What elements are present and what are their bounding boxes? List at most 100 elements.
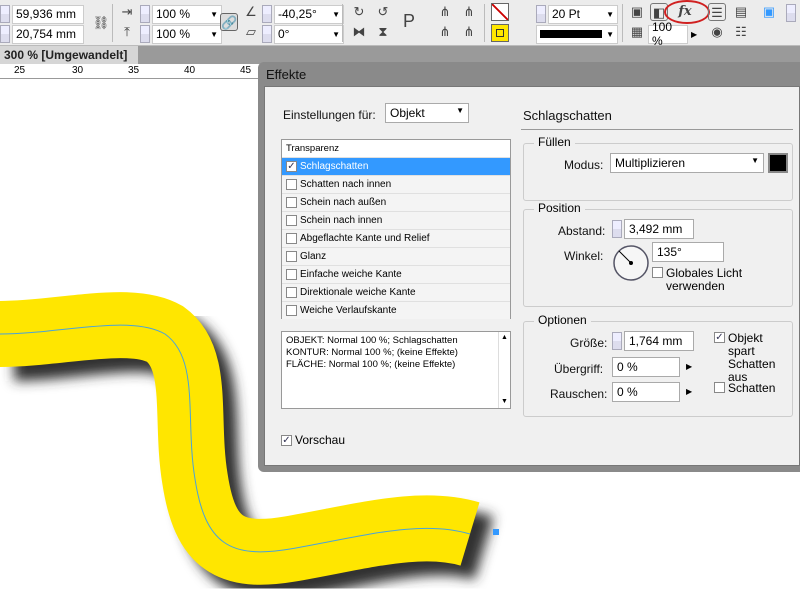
spread-label: Übergriff: xyxy=(554,362,604,376)
angle-field[interactable]: 135° xyxy=(652,242,724,262)
opacity-field[interactable]: 100 % xyxy=(648,20,688,48)
text-wrap-jump-icon[interactable]: ☷ xyxy=(732,23,750,41)
select-content-icon[interactable]: ⋔ xyxy=(436,23,454,41)
stroke-swatch[interactable] xyxy=(491,24,509,42)
flip-horizontal-icon[interactable]: ⧓ xyxy=(350,23,368,41)
scale-x-field[interactable]: 100 % xyxy=(152,4,222,24)
scale-x-icon: ⇥ xyxy=(121,4,133,19)
frame-fitting-icon[interactable]: ▣ xyxy=(760,3,778,21)
effect-label: Direktionale weiche Kante xyxy=(300,287,416,298)
horizontal-ruler: 25 30 35 40 45 xyxy=(0,64,260,79)
ruler-label: 40 xyxy=(184,65,196,76)
width-field[interactable]: 59,936 mm xyxy=(12,4,84,24)
link-icon[interactable]: 🔗 xyxy=(220,13,238,31)
effect-checkbox[interactable] xyxy=(286,179,297,190)
position-title: Position xyxy=(534,201,585,215)
fill-title: Füllen xyxy=(534,135,575,149)
spread-field[interactable]: 0 % xyxy=(612,357,680,377)
size-spinner[interactable] xyxy=(612,332,622,350)
document-tab[interactable]: 300 % [Umgewandelt] × xyxy=(0,46,138,76)
select-container-icon[interactable]: ⋔ xyxy=(436,3,454,21)
effect-label: Schatten nach innen xyxy=(300,179,392,190)
noise-slider-arrow[interactable]: ▶ xyxy=(686,387,692,396)
scale-x-spinner[interactable] xyxy=(140,5,150,23)
effect-checkbox[interactable] xyxy=(286,305,297,316)
right-spinner[interactable] xyxy=(786,4,796,22)
scale-y-spinner[interactable] xyxy=(140,25,150,43)
rotate-cw-icon[interactable]: ↻ xyxy=(350,3,368,21)
settings-label: Einstellungen für: xyxy=(283,108,376,122)
effects-list: Transparenz ✓ Schlagschatten Schatten nach… xyxy=(281,139,511,319)
effect-item[interactable]: ✓ Schlagschatten xyxy=(282,157,510,175)
effect-item[interactable]: Schatten nach innen xyxy=(282,175,510,193)
shadow-honors-check[interactable] xyxy=(714,382,725,393)
effect-item[interactable]: Glanz xyxy=(282,247,510,265)
noise-field[interactable]: 0 % xyxy=(612,382,680,402)
spread-slider-arrow[interactable]: ▶ xyxy=(686,362,692,371)
text-wrap-none-icon[interactable]: ☰ xyxy=(708,3,726,21)
effect-checkbox[interactable]: ✓ xyxy=(286,161,297,172)
ruler-label: 25 xyxy=(14,65,26,76)
effect-item[interactable]: Direktionale weiche Kante xyxy=(282,283,510,301)
effect-label: Glanz xyxy=(300,251,327,262)
ruler-label: 35 xyxy=(128,65,140,76)
constrain-proportions-icon[interactable]: ⛓ xyxy=(92,14,110,32)
stroke-type-select[interactable] xyxy=(536,24,618,44)
stroke-weight-spinner[interactable] xyxy=(536,5,546,23)
effects-dialog: Effekte Einstellungen für: Objekt ▼ Trans… xyxy=(258,62,800,472)
shadow-color-swatch[interactable] xyxy=(768,153,788,173)
selection-handle[interactable] xyxy=(493,529,499,535)
document-tab-title: 300 % [Umgewandelt] xyxy=(4,48,128,62)
fill-swatch[interactable] xyxy=(491,3,509,21)
options-group: Optionen Größe: 1,764 mm Übergriff: 0 % … xyxy=(523,313,793,417)
height-field[interactable]: 20,754 mm xyxy=(12,24,84,44)
fill-group: Füllen Modus: Multiplizieren ▼ xyxy=(523,135,793,201)
drop-shadow-icon[interactable]: ▣ xyxy=(628,3,646,21)
size-field[interactable]: 1,764 mm xyxy=(624,331,694,351)
effect-item[interactable]: Abgeflachte Kante und Relief xyxy=(282,229,510,247)
select-previous-icon[interactable]: ⋔ xyxy=(460,3,478,21)
global-light-checkbox[interactable]: Globales Licht verwenden xyxy=(652,267,790,293)
preview-checkbox[interactable]: ✓ Vorschau xyxy=(281,433,345,447)
effect-item[interactable]: Schein nach außen xyxy=(282,193,510,211)
text-wrap-shape-icon[interactable]: ◉ xyxy=(708,23,726,41)
effect-checkbox[interactable] xyxy=(286,197,297,208)
dialog-title: Effekte xyxy=(266,67,307,82)
preview-check[interactable]: ✓ xyxy=(281,434,292,446)
b-spinner[interactable] xyxy=(0,5,10,23)
section-title: Schlagschatten xyxy=(523,108,612,123)
effect-checkbox[interactable] xyxy=(286,269,297,280)
angle-dial[interactable] xyxy=(612,244,650,282)
text-wrap-bbox-icon[interactable]: ▤ xyxy=(732,3,750,21)
distance-label: Abstand: xyxy=(558,224,606,238)
knockout-check[interactable]: ✓ xyxy=(714,332,725,343)
mode-label: Modus: xyxy=(564,158,604,172)
select-next-icon[interactable]: ⋔ xyxy=(460,23,478,41)
effect-checkbox[interactable] xyxy=(286,287,297,298)
h-spinner[interactable] xyxy=(0,25,10,43)
settings-value: Objekt xyxy=(390,106,425,120)
distance-spinner[interactable] xyxy=(612,220,622,238)
stroke-weight-field[interactable]: 20 Pt xyxy=(548,4,618,24)
shear-spinner[interactable] xyxy=(262,25,272,43)
effect-checkbox[interactable] xyxy=(286,215,297,226)
mode-select[interactable]: Multiplizieren ▼ xyxy=(610,153,764,173)
effect-checkbox[interactable] xyxy=(286,233,297,244)
rotate-ccw-icon[interactable]: ↺ xyxy=(374,3,392,21)
effect-item[interactable]: Schein nach innen xyxy=(282,211,510,229)
shear-field[interactable]: 0° xyxy=(274,24,344,44)
global-light-check[interactable] xyxy=(652,267,663,278)
knockout-checkbox[interactable]: ✓ Objekt spart Schatten aus xyxy=(714,332,792,384)
rotate-spinner[interactable] xyxy=(262,5,272,23)
shadow-honors-checkbox[interactable]: Schatten xyxy=(714,382,792,395)
flip-vertical-icon[interactable]: ⧗ xyxy=(374,23,392,41)
summary-scrollbar[interactable]: ▲ ▼ xyxy=(498,332,510,408)
distance-field[interactable]: 3,492 mm xyxy=(624,219,694,239)
effect-item[interactable]: Einfache weiche Kante xyxy=(282,265,510,283)
scale-y-field[interactable]: 100 % xyxy=(152,24,222,44)
effect-checkbox[interactable] xyxy=(286,251,297,262)
reference-point-icon[interactable]: P xyxy=(400,12,418,30)
effect-item[interactable]: Weiche Verlaufskante xyxy=(282,301,510,319)
rotate-field[interactable]: -40,25° xyxy=(274,4,344,24)
settings-select[interactable]: Objekt ▼ xyxy=(385,103,469,123)
